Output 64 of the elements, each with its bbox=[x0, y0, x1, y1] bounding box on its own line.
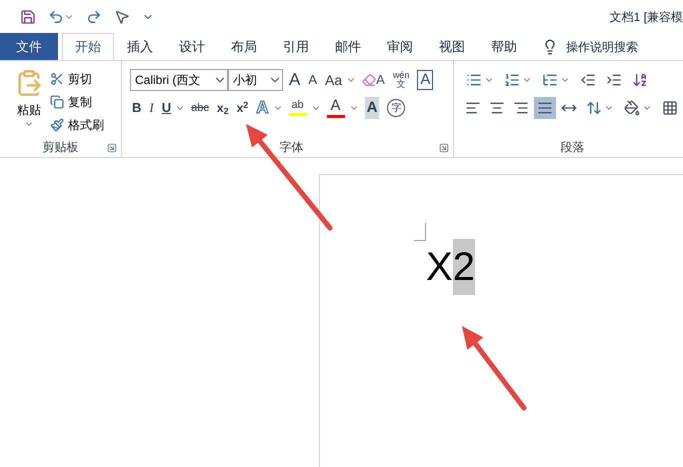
font-size-field[interactable]: 小初 bbox=[228, 69, 283, 91]
ribbon-tab[interactable]: 帮助 bbox=[478, 33, 530, 60]
font-name-field[interactable]: Calibri (西文 bbox=[130, 69, 228, 91]
bullets-icon[interactable] bbox=[466, 72, 482, 88]
group-label: 段落 bbox=[560, 139, 584, 156]
line-spacing-icon[interactable] bbox=[586, 100, 602, 116]
format-button[interactable]: 字 bbox=[385, 97, 408, 119]
ribbon-tab[interactable]: 插入 bbox=[114, 33, 166, 60]
save-icon[interactable] bbox=[20, 8, 36, 24]
ribbon-tab[interactable]: 邮件 bbox=[322, 33, 374, 60]
redo-icon[interactable] bbox=[86, 8, 102, 24]
dialog-launcher-icon[interactable] bbox=[107, 143, 117, 153]
borders-icon[interactable] bbox=[662, 100, 678, 116]
document-text: X bbox=[426, 244, 453, 291]
indent-decrease-icon[interactable] bbox=[580, 72, 596, 88]
format-button[interactable]: Aa bbox=[323, 69, 344, 91]
alignment-icon bbox=[465, 100, 481, 116]
ribbon-tab[interactable]: 布局 bbox=[218, 33, 270, 60]
numbering-icon[interactable] bbox=[504, 72, 520, 88]
selected-text: 2 bbox=[452, 239, 475, 295]
ribbon-tab[interactable]: 文件 bbox=[0, 33, 58, 60]
clipboard-button[interactable]: 格式刷 bbox=[50, 115, 104, 135]
format-button[interactable]: x$^{2}$ bbox=[234, 97, 250, 119]
window-title: 文档1 [兼容模 bbox=[610, 8, 683, 26]
dialog-launcher-icon[interactable] bbox=[439, 143, 449, 153]
format-button[interactable]: x$_{2}$ bbox=[214, 97, 231, 119]
group-label: 字体 bbox=[280, 139, 304, 156]
alignment-icon bbox=[513, 100, 529, 116]
format-button[interactable]: ab bbox=[286, 97, 309, 119]
format-button[interactable]: A bbox=[360, 69, 387, 91]
format-button[interactable]: A bbox=[254, 97, 271, 119]
clipboard-button[interactable]: 剪切 bbox=[50, 69, 104, 89]
tell-me-search[interactable]: 操作说明搜索 bbox=[566, 38, 638, 56]
clipboard-button[interactable]: 复制 bbox=[50, 92, 104, 112]
ribbon-tab[interactable]: 视图 bbox=[426, 33, 478, 60]
ribbon-tab[interactable]: 引用 bbox=[270, 33, 322, 60]
ribbon-tab[interactable]: 开始 bbox=[62, 33, 114, 60]
sort-icon[interactable] bbox=[632, 72, 648, 88]
alignment-icon bbox=[489, 100, 505, 116]
ribbon-tab[interactable]: 审阅 bbox=[374, 33, 426, 60]
paste-button[interactable]: 粘贴 bbox=[12, 69, 46, 137]
format-button[interactable]: wén 文 bbox=[390, 69, 412, 91]
eraser-icon bbox=[362, 73, 376, 87]
format-button[interactable]: A bbox=[306, 69, 320, 91]
ribbon-tab[interactable]: 设计 bbox=[166, 33, 218, 60]
shading-icon[interactable] bbox=[624, 100, 640, 116]
format-button[interactable]: I bbox=[147, 97, 156, 119]
copy-icon bbox=[50, 95, 64, 109]
multilevel-list-icon[interactable] bbox=[542, 72, 558, 88]
alignment-button[interactable] bbox=[534, 97, 556, 119]
format-button[interactable]: U bbox=[160, 97, 174, 119]
format-button[interactable]: A bbox=[287, 69, 302, 91]
margin-corner-mark bbox=[414, 223, 426, 241]
paintbrush-icon bbox=[50, 118, 64, 132]
alignment-icon bbox=[537, 100, 553, 116]
format-button[interactable]: abc bbox=[189, 97, 211, 119]
format-button[interactable]: A bbox=[362, 97, 382, 119]
format-button[interactable]: A bbox=[415, 69, 436, 91]
format-button[interactable]: A bbox=[324, 97, 347, 119]
indent-increase-icon[interactable] bbox=[606, 72, 622, 88]
format-button[interactable]: B bbox=[130, 97, 144, 119]
scissors-icon bbox=[50, 72, 64, 86]
group-label: 剪贴板 bbox=[42, 139, 78, 156]
undo-icon[interactable] bbox=[48, 8, 64, 24]
